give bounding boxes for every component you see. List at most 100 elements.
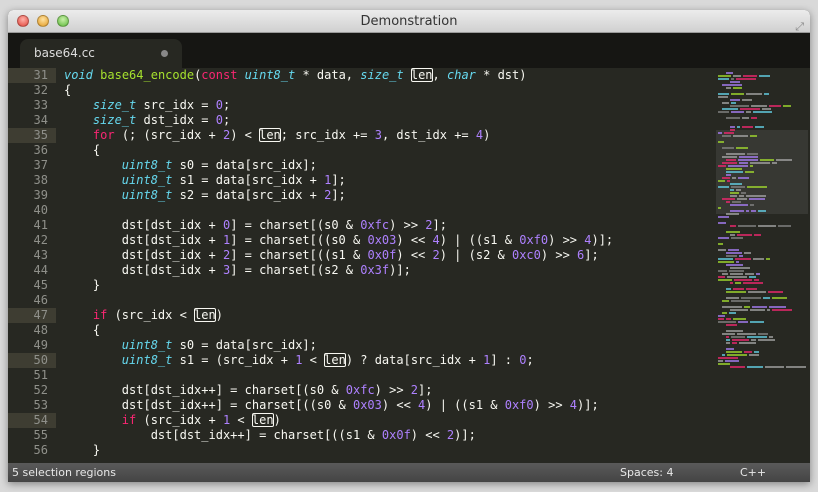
minimap-line — [731, 300, 750, 302]
code-line[interactable]: 34 size_t dst_idx = 0; — [8, 113, 714, 128]
line-code[interactable]: { — [64, 143, 100, 158]
code-line[interactable]: 40 — [8, 203, 714, 218]
code-line[interactable]: 51 — [8, 368, 714, 383]
line-code[interactable]: uint8_t s1 = (src_idx + 1 < len) ? data[… — [64, 353, 534, 368]
line-number: 47 — [8, 308, 56, 323]
code-line[interactable]: 35 for (; (src_idx + 2) < len; src_idx +… — [8, 128, 714, 143]
minimap-line — [772, 162, 777, 164]
code-line[interactable]: 32 { — [8, 83, 714, 98]
code-line[interactable]: 42 dst[dst_idx + 1] = charset[((s0 & 0x0… — [8, 233, 714, 248]
line-code[interactable]: dst[dst_idx++] = charset[((s1 & 0x0f) <<… — [64, 428, 476, 443]
close-button[interactable] — [17, 15, 29, 27]
number: 0xc0 — [511, 248, 541, 262]
minimap-line — [718, 165, 726, 167]
line-code[interactable]: { — [64, 83, 71, 98]
line-code[interactable]: uint8_t s2 = data[src_idx + 2]; — [64, 188, 346, 203]
code-text: dst[dst_idx + — [64, 248, 223, 262]
code-line[interactable]: 54 if (src_idx + 1 < len) — [8, 413, 714, 428]
minimap-line — [731, 186, 745, 188]
code-line[interactable]: 38 uint8_t s1 = data[src_idx + 1]; — [8, 173, 714, 188]
type: uint8_t — [121, 353, 173, 367]
code-line[interactable]: 53 dst[dst_idx++] = charset[((s0 & 0x03)… — [8, 398, 714, 413]
line-code[interactable]: uint8_t s0 = data[src_idx]; — [64, 158, 317, 173]
line-code[interactable]: dst[dst_idx++] = charset[(s0 & 0xfc) >> … — [64, 383, 433, 398]
line-code[interactable]: { — [64, 323, 100, 338]
code-line[interactable]: 47 if (src_idx < len) — [8, 308, 714, 323]
line-code[interactable]: dst[dst_idx + 1] = charset[((s0 & 0x03) … — [64, 233, 613, 248]
minimap-line — [722, 108, 738, 110]
zoom-button[interactable] — [57, 15, 69, 27]
code-line[interactable]: 36 { — [8, 143, 714, 158]
line-code[interactable]: for (; (src_idx + 2) < len; src_idx += 3… — [64, 128, 490, 143]
unsaved-dot-icon[interactable] — [161, 50, 168, 57]
code-line[interactable]: 33 size_t src_idx = 0; — [8, 98, 714, 113]
tab-base64-cc[interactable]: base64.cc — [20, 39, 182, 68]
code-line[interactable]: 43 dst[dst_idx + 2] = charset[((s1 & 0x0… — [8, 248, 714, 263]
minimap-line — [718, 270, 727, 272]
code-line[interactable]: 48 { — [8, 323, 714, 338]
minimap-line — [731, 93, 744, 95]
minimap-line — [752, 306, 767, 308]
minimap-line — [733, 75, 741, 77]
minimap-line — [730, 195, 737, 197]
code-editor[interactable]: 31 void base64_encode(const uint8_t * dat… — [8, 68, 714, 463]
minimap-line — [726, 297, 739, 299]
line-code[interactable]: dst[dst_idx + 2] = charset[((s1 & 0x0f) … — [64, 248, 599, 263]
minimap-line — [722, 300, 729, 302]
minimap-line — [718, 78, 729, 80]
minimap-line — [728, 165, 748, 167]
code-line[interactable]: 31 void base64_encode(const uint8_t * dat… — [8, 68, 714, 83]
code-line[interactable]: 41 dst[dst_idx + 0] = charset[(s0 & 0xfc… — [8, 218, 714, 233]
code-text: ) — [215, 308, 223, 322]
selected-text: len — [259, 128, 281, 142]
line-code[interactable]: dst[dst_idx++] = charset[((s0 & 0x03) <<… — [64, 398, 599, 413]
code-text: ) << — [396, 248, 433, 262]
code-line[interactable]: 44 dst[dst_idx + 3] = charset[(s2 & 0x3f… — [8, 263, 714, 278]
minimap-line — [756, 273, 760, 275]
line-code[interactable]: dst[dst_idx + 3] = charset[(s2 & 0x3f)]; — [64, 263, 411, 278]
line-code[interactable]: } — [64, 443, 100, 458]
minimap-line — [741, 192, 746, 194]
indentation-setting[interactable]: Spaces: 4 — [620, 463, 673, 482]
line-code[interactable]: } — [64, 278, 100, 293]
minimap-line — [722, 306, 742, 308]
code-text: ] = charset[((s0 & — [230, 233, 368, 247]
line-code[interactable]: void base64_encode(const uint8_t * data,… — [64, 68, 526, 83]
line-code[interactable]: if (src_idx < len) — [64, 308, 223, 323]
code-line[interactable]: 39 uint8_t s2 = data[src_idx + 2]; — [8, 188, 714, 203]
selection-count: 5 selection regions — [12, 466, 116, 479]
minimap-line — [722, 135, 731, 137]
code-line[interactable]: 56 } — [8, 443, 714, 458]
number: 2 — [432, 248, 440, 262]
line-code[interactable]: size_t src_idx = 0; — [64, 98, 230, 113]
minimap-line — [733, 87, 742, 89]
code-line[interactable]: 50 uint8_t s1 = (src_idx + 1 < len) ? da… — [8, 353, 714, 368]
minimap-line — [738, 225, 756, 227]
minimap-line — [722, 162, 737, 164]
minimap[interactable] — [714, 68, 810, 463]
line-code[interactable]: uint8_t s1 = data[src_idx + 1]; — [64, 173, 346, 188]
code-line[interactable]: 37 uint8_t s0 = data[src_idx]; — [8, 158, 714, 173]
code-line[interactable]: 52 dst[dst_idx++] = charset[(s0 & 0xfc) … — [8, 383, 714, 398]
code-line[interactable]: 45 } — [8, 278, 714, 293]
code-line[interactable]: 46 — [8, 293, 714, 308]
line-code[interactable]: uint8_t s0 = data[src_idx]; — [64, 338, 317, 353]
line-code[interactable]: if (src_idx + 1 < len) — [64, 413, 281, 428]
selected-text: len — [194, 308, 216, 322]
minimap-line — [783, 105, 791, 107]
code-text: ) >> — [533, 398, 570, 412]
line-code[interactable]: size_t dst_idx = 0; — [64, 113, 230, 128]
minimap-line — [718, 186, 729, 188]
minimap-line — [730, 81, 740, 83]
code-line[interactable]: 49 uint8_t s0 = data[src_idx]; — [8, 338, 714, 353]
minimap-line — [730, 282, 733, 284]
line-code[interactable]: dst[dst_idx + 0] = charset[(s0 & 0xfc) >… — [64, 218, 447, 233]
minimize-button[interactable] — [37, 15, 49, 27]
code-line[interactable]: 55 dst[dst_idx++] = charset[((s1 & 0x0f)… — [8, 428, 714, 443]
syntax-setting[interactable]: C++ — [740, 463, 766, 482]
selected-text: len — [324, 353, 346, 367]
